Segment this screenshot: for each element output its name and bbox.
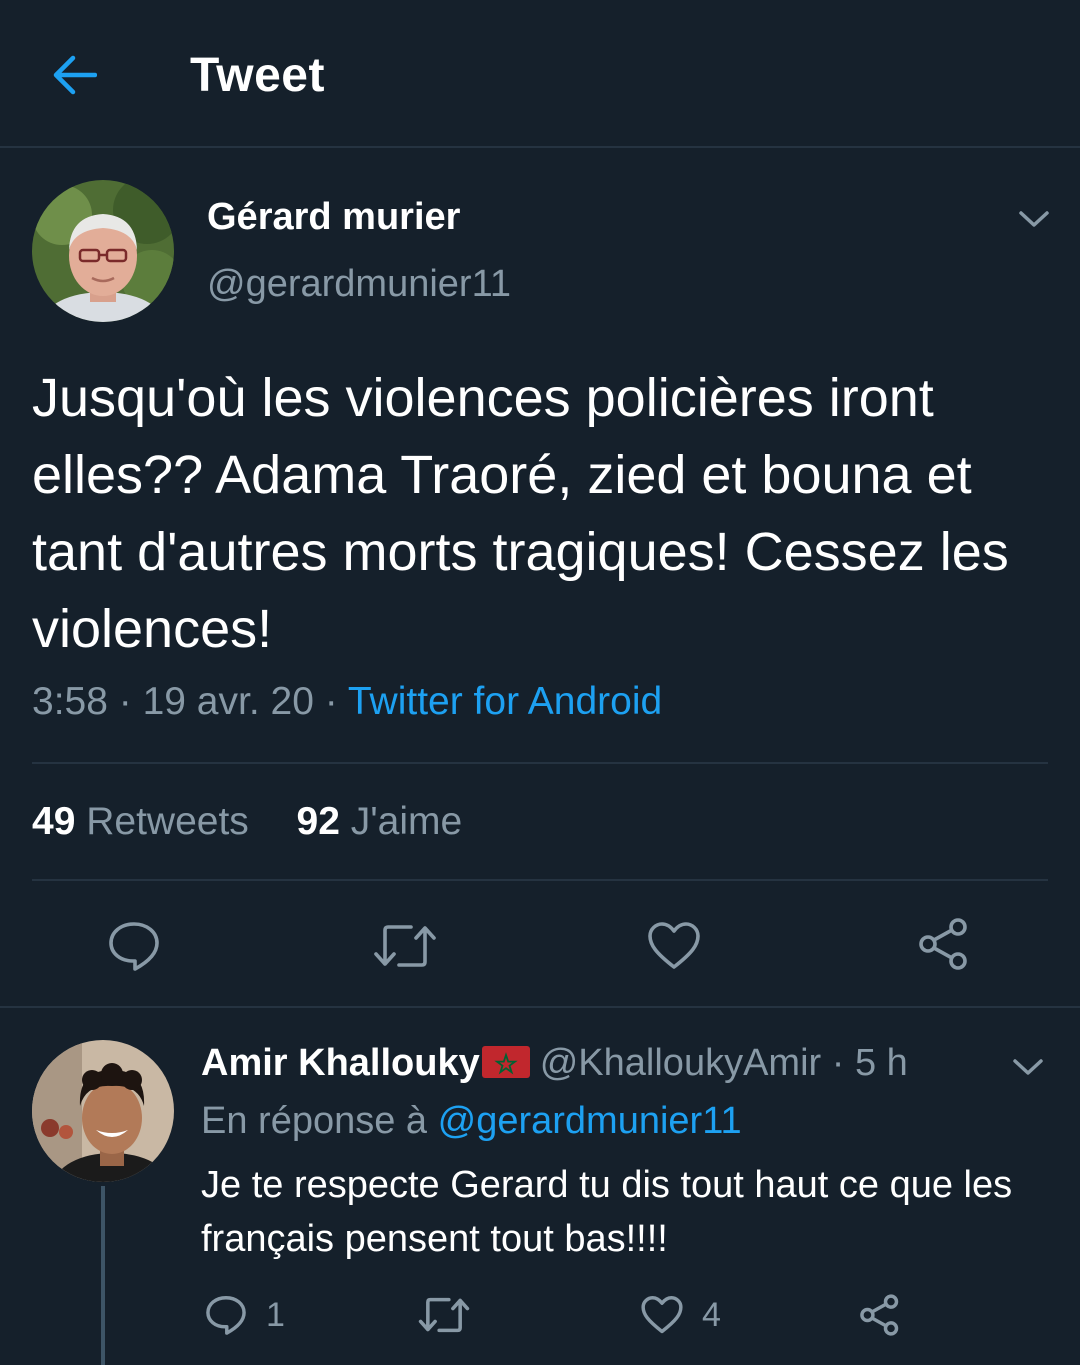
divider bbox=[32, 762, 1048, 764]
reply-menu-button[interactable] bbox=[1010, 1052, 1046, 1082]
page-title: Tweet bbox=[190, 49, 325, 102]
reply-text: Je te respecte Gerard tu dis tout haut c… bbox=[201, 1164, 1013, 1260]
morocco-flag-icon bbox=[481, 1046, 530, 1078]
reply-header: Amir Khallouky @KhalloukyAmir · 5 h bbox=[201, 1042, 908, 1085]
tweet-text: Jusqu'où les violences policières iront … bbox=[32, 368, 1009, 659]
retweets-label: Retweets bbox=[86, 800, 249, 843]
author-name[interactable]: Gérard murier bbox=[207, 196, 460, 239]
like-button[interactable] bbox=[644, 916, 704, 976]
likes-label: J'aime bbox=[350, 800, 463, 843]
like-icon bbox=[641, 1295, 683, 1334]
reply-author-name[interactable]: Amir Khallouky bbox=[201, 1042, 480, 1084]
reply-author-avatar[interactable] bbox=[32, 1040, 174, 1182]
meta-separator: · bbox=[324, 680, 338, 723]
share-icon bbox=[860, 1294, 899, 1336]
retweets-count: 49 bbox=[32, 800, 76, 843]
retweet-icon bbox=[418, 1297, 470, 1333]
reply-author-handle[interactable]: @KhalloukyAmir bbox=[540, 1042, 821, 1084]
author-handle[interactable]: @gerardmunier11 bbox=[207, 263, 511, 306]
section-separator bbox=[0, 1006, 1080, 1008]
tweet-stats: 49 Retweets 92 J'aime bbox=[32, 800, 462, 844]
tweet-date: 19 avr. 20 bbox=[142, 680, 314, 723]
thread-line bbox=[101, 1186, 105, 1365]
reply-context: En réponse à @gerardmunier11 bbox=[201, 1100, 742, 1143]
author-avatar[interactable] bbox=[32, 180, 174, 322]
reply-count: 1 bbox=[266, 1295, 285, 1334]
retweet-button[interactable] bbox=[372, 916, 438, 976]
tweet-menu-button[interactable] bbox=[1016, 204, 1052, 234]
reply-time: 5 h bbox=[854, 1042, 908, 1084]
tweet-time: 3:58 bbox=[32, 680, 108, 723]
chevron-down-icon bbox=[1013, 1059, 1043, 1075]
back-arrow-icon bbox=[53, 55, 97, 95]
reply-icon bbox=[206, 1295, 246, 1335]
like-icon bbox=[648, 922, 700, 969]
retweets-stat[interactable]: 49 Retweets bbox=[32, 800, 249, 843]
tweet-source-link[interactable]: Twitter for Android bbox=[348, 680, 662, 723]
reply-retweet-button[interactable] bbox=[418, 1292, 470, 1338]
divider bbox=[32, 879, 1048, 881]
top-bar: Tweet bbox=[0, 0, 1080, 148]
likes-stat[interactable]: 92 J'aime bbox=[297, 800, 463, 843]
like-count: 4 bbox=[702, 1295, 721, 1334]
reply-reply-button[interactable]: 1 bbox=[204, 1290, 285, 1340]
reply-share-button[interactable] bbox=[858, 1292, 902, 1338]
reply-icon bbox=[109, 922, 159, 971]
reply-like-button[interactable]: 4 bbox=[640, 1290, 721, 1340]
meta-separator: · bbox=[831, 1042, 845, 1084]
retweet-icon bbox=[374, 925, 436, 967]
meta-separator: · bbox=[118, 680, 132, 723]
share-button[interactable] bbox=[914, 914, 974, 974]
reply-prefix: En réponse à bbox=[201, 1100, 428, 1142]
share-icon bbox=[919, 918, 967, 970]
back-button[interactable] bbox=[46, 50, 102, 100]
reply-button[interactable] bbox=[104, 916, 164, 976]
chevron-down-icon bbox=[1019, 211, 1049, 227]
likes-count: 92 bbox=[296, 800, 340, 843]
reply-mention-link[interactable]: @gerardmunier11 bbox=[438, 1100, 742, 1142]
tweet-meta: 3:58 · 19 avr. 20 · Twitter for Android bbox=[32, 680, 662, 724]
